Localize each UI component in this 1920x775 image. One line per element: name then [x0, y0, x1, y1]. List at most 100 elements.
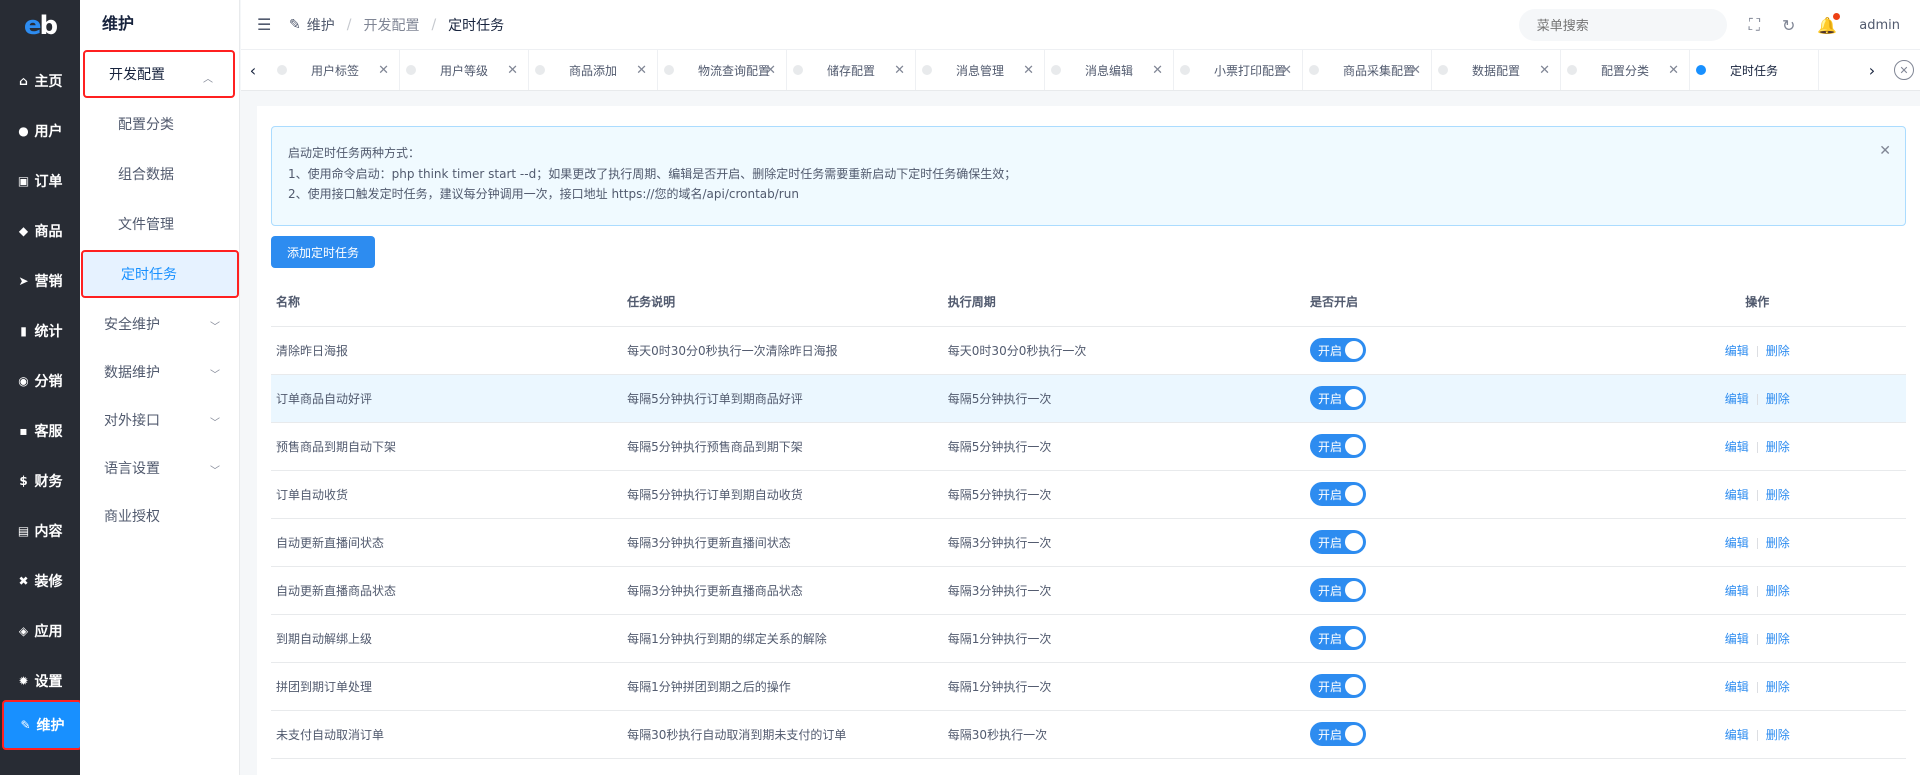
rail-item[interactable]: ● 用户: [0, 106, 80, 156]
fullscreen-icon[interactable]: ⛶: [1749, 15, 1760, 35]
tabs-scroll-left-icon[interactable]: ‹: [241, 50, 265, 90]
delete-link[interactable]: 删除: [1766, 488, 1790, 502]
submenu-item[interactable]: 对外接口 ﹀: [80, 396, 240, 444]
rail-item[interactable]: ▮ 统计: [0, 306, 80, 356]
rail-item[interactable]: ✖ 装修: [0, 556, 80, 606]
breadcrumb-separator: /: [346, 16, 352, 33]
rail-item[interactable]: ✹ 设置: [0, 656, 80, 706]
close-icon[interactable]: ✕: [1281, 63, 1292, 78]
enable-toggle[interactable]: 开启: [1310, 722, 1366, 746]
task-name: 订单自动收货: [271, 470, 623, 519]
task-name: 清除昨日海报: [271, 326, 623, 375]
submenu-item[interactable]: 商业授权: [80, 492, 240, 540]
edit-link[interactable]: 编辑: [1725, 680, 1749, 694]
task-enabled-cell: 开启: [1305, 326, 1609, 375]
edit-link[interactable]: 编辑: [1725, 536, 1749, 550]
rail-item[interactable]: $ 财务: [0, 456, 80, 506]
enable-toggle[interactable]: 开启: [1310, 674, 1366, 698]
close-icon[interactable]: ✕: [1410, 63, 1421, 78]
rail-item[interactable]: ◉ 分销: [0, 356, 80, 406]
add-task-button[interactable]: 添加定时任务: [271, 236, 376, 268]
close-icon[interactable]: ✕: [507, 63, 518, 78]
refresh-icon[interactable]: ↻: [1782, 16, 1795, 35]
alert-line: 1、使用命令启动：php think timer start --d；如果更改了…: [288, 166, 1017, 181]
close-icon[interactable]: ✕: [1668, 63, 1679, 78]
close-all-tabs-icon[interactable]: ✕: [1894, 60, 1914, 80]
task-description: 每隔3分钟执行更新直播商品状态: [622, 566, 943, 615]
close-icon[interactable]: ✕: [1539, 63, 1550, 78]
toggle-label: 开启: [1318, 535, 1343, 550]
close-icon[interactable]: ✕: [636, 63, 647, 78]
page-tab[interactable]: 消息管理 ✕: [916, 50, 1045, 90]
enable-toggle[interactable]: 开启: [1310, 578, 1366, 602]
edit-link[interactable]: 编辑: [1725, 440, 1749, 454]
bell-icon[interactable]: 🔔: [1817, 12, 1841, 35]
edit-link[interactable]: 编辑: [1725, 728, 1749, 742]
close-icon[interactable]: ✕: [378, 63, 389, 78]
rail-item[interactable]: ◈ 应用: [0, 606, 80, 656]
rail-item[interactable]: ▣ 订单: [0, 156, 80, 206]
edit-link[interactable]: 编辑: [1725, 632, 1749, 646]
delete-link[interactable]: 删除: [1766, 440, 1790, 454]
rail-item[interactable]: ✎ 维护: [2, 700, 82, 750]
page-tab[interactable]: 商品添加 ✕: [529, 50, 658, 90]
rail-item[interactable]: ➤ 营销: [0, 256, 80, 306]
rail-item[interactable]: ⌂ 主页: [0, 56, 80, 106]
menu-collapse-icon[interactable]: ☰: [257, 15, 273, 34]
delete-link[interactable]: 删除: [1766, 632, 1790, 646]
page-tab[interactable]: 小票打印配置 ✕: [1174, 50, 1303, 90]
enable-toggle[interactable]: 开启: [1310, 482, 1366, 506]
breadcrumb-separator: /: [431, 16, 437, 33]
submenu-item[interactable]: 安全维护 ﹀: [80, 300, 240, 348]
tabs-scroll-right-icon[interactable]: ›: [1860, 50, 1884, 90]
edit-link[interactable]: 编辑: [1725, 488, 1749, 502]
close-icon[interactable]: ✕: [1879, 141, 1891, 162]
delete-link[interactable]: 删除: [1766, 728, 1790, 742]
page-tab[interactable]: 用户标签 ✕: [271, 50, 400, 90]
edit-link[interactable]: 编辑: [1725, 392, 1749, 406]
column-header: 名称: [271, 278, 623, 327]
action-divider: [1756, 537, 1758, 549]
rail-item[interactable]: ◆ 商品: [0, 206, 80, 256]
edit-link[interactable]: 编辑: [1725, 584, 1749, 598]
submenu-item[interactable]: 定时任务: [81, 250, 239, 298]
enable-toggle[interactable]: 开启: [1310, 530, 1366, 554]
submenu-item[interactable]: 数据维护 ﹀: [80, 348, 240, 396]
enable-toggle[interactable]: 开启: [1310, 434, 1366, 458]
column-header: 执行周期: [942, 278, 1305, 327]
page-tab[interactable]: 定时任务: [1690, 50, 1819, 90]
rail-item[interactable]: ▪ 客服: [0, 406, 80, 456]
submenu-item[interactable]: 语言设置 ﹀: [80, 444, 240, 492]
page-tab[interactable]: 物流查询配置 ✕: [658, 50, 787, 90]
delete-link[interactable]: 删除: [1766, 680, 1790, 694]
enable-toggle[interactable]: 开启: [1310, 386, 1366, 410]
task-description: 每隔1分钟拼团到期之后的操作: [622, 662, 943, 711]
close-icon[interactable]: ✕: [1152, 63, 1163, 78]
delete-link[interactable]: 删除: [1766, 344, 1790, 358]
close-icon[interactable]: ✕: [894, 63, 905, 78]
close-icon[interactable]: ✕: [765, 63, 776, 78]
page-tab[interactable]: 储存配置 ✕: [787, 50, 916, 90]
user-name[interactable]: admin: [1859, 18, 1900, 33]
enable-toggle[interactable]: 开启: [1310, 338, 1366, 362]
page-tab[interactable]: 商品采集配置 ✕: [1303, 50, 1432, 90]
page-tab[interactable]: 配置分类 ✕: [1561, 50, 1690, 90]
close-icon[interactable]: ✕: [1023, 63, 1034, 78]
page-tab[interactable]: 数据配置 ✕: [1432, 50, 1561, 90]
edit-link[interactable]: 编辑: [1725, 344, 1749, 358]
menu-search-input[interactable]: [1518, 9, 1727, 41]
page-tab[interactable]: 消息编辑 ✕: [1045, 50, 1174, 90]
delete-link[interactable]: 删除: [1766, 392, 1790, 406]
tab-status-dot: [793, 65, 803, 75]
rail-item-label: 客服: [34, 424, 63, 440]
submenu-item[interactable]: 文件管理: [80, 200, 240, 248]
enable-toggle[interactable]: 开启: [1310, 626, 1366, 650]
delete-link[interactable]: 删除: [1766, 536, 1790, 550]
brand-logo[interactable]: eb: [0, 0, 80, 52]
submenu-item[interactable]: 配置分类: [80, 100, 240, 148]
delete-link[interactable]: 删除: [1766, 584, 1790, 598]
submenu-item[interactable]: 开发配置 ︿: [83, 50, 235, 98]
rail-item[interactable]: ▤ 内容: [0, 506, 80, 556]
page-tab[interactable]: 用户等级 ✕: [400, 50, 529, 90]
submenu-item[interactable]: 组合数据: [80, 150, 240, 198]
